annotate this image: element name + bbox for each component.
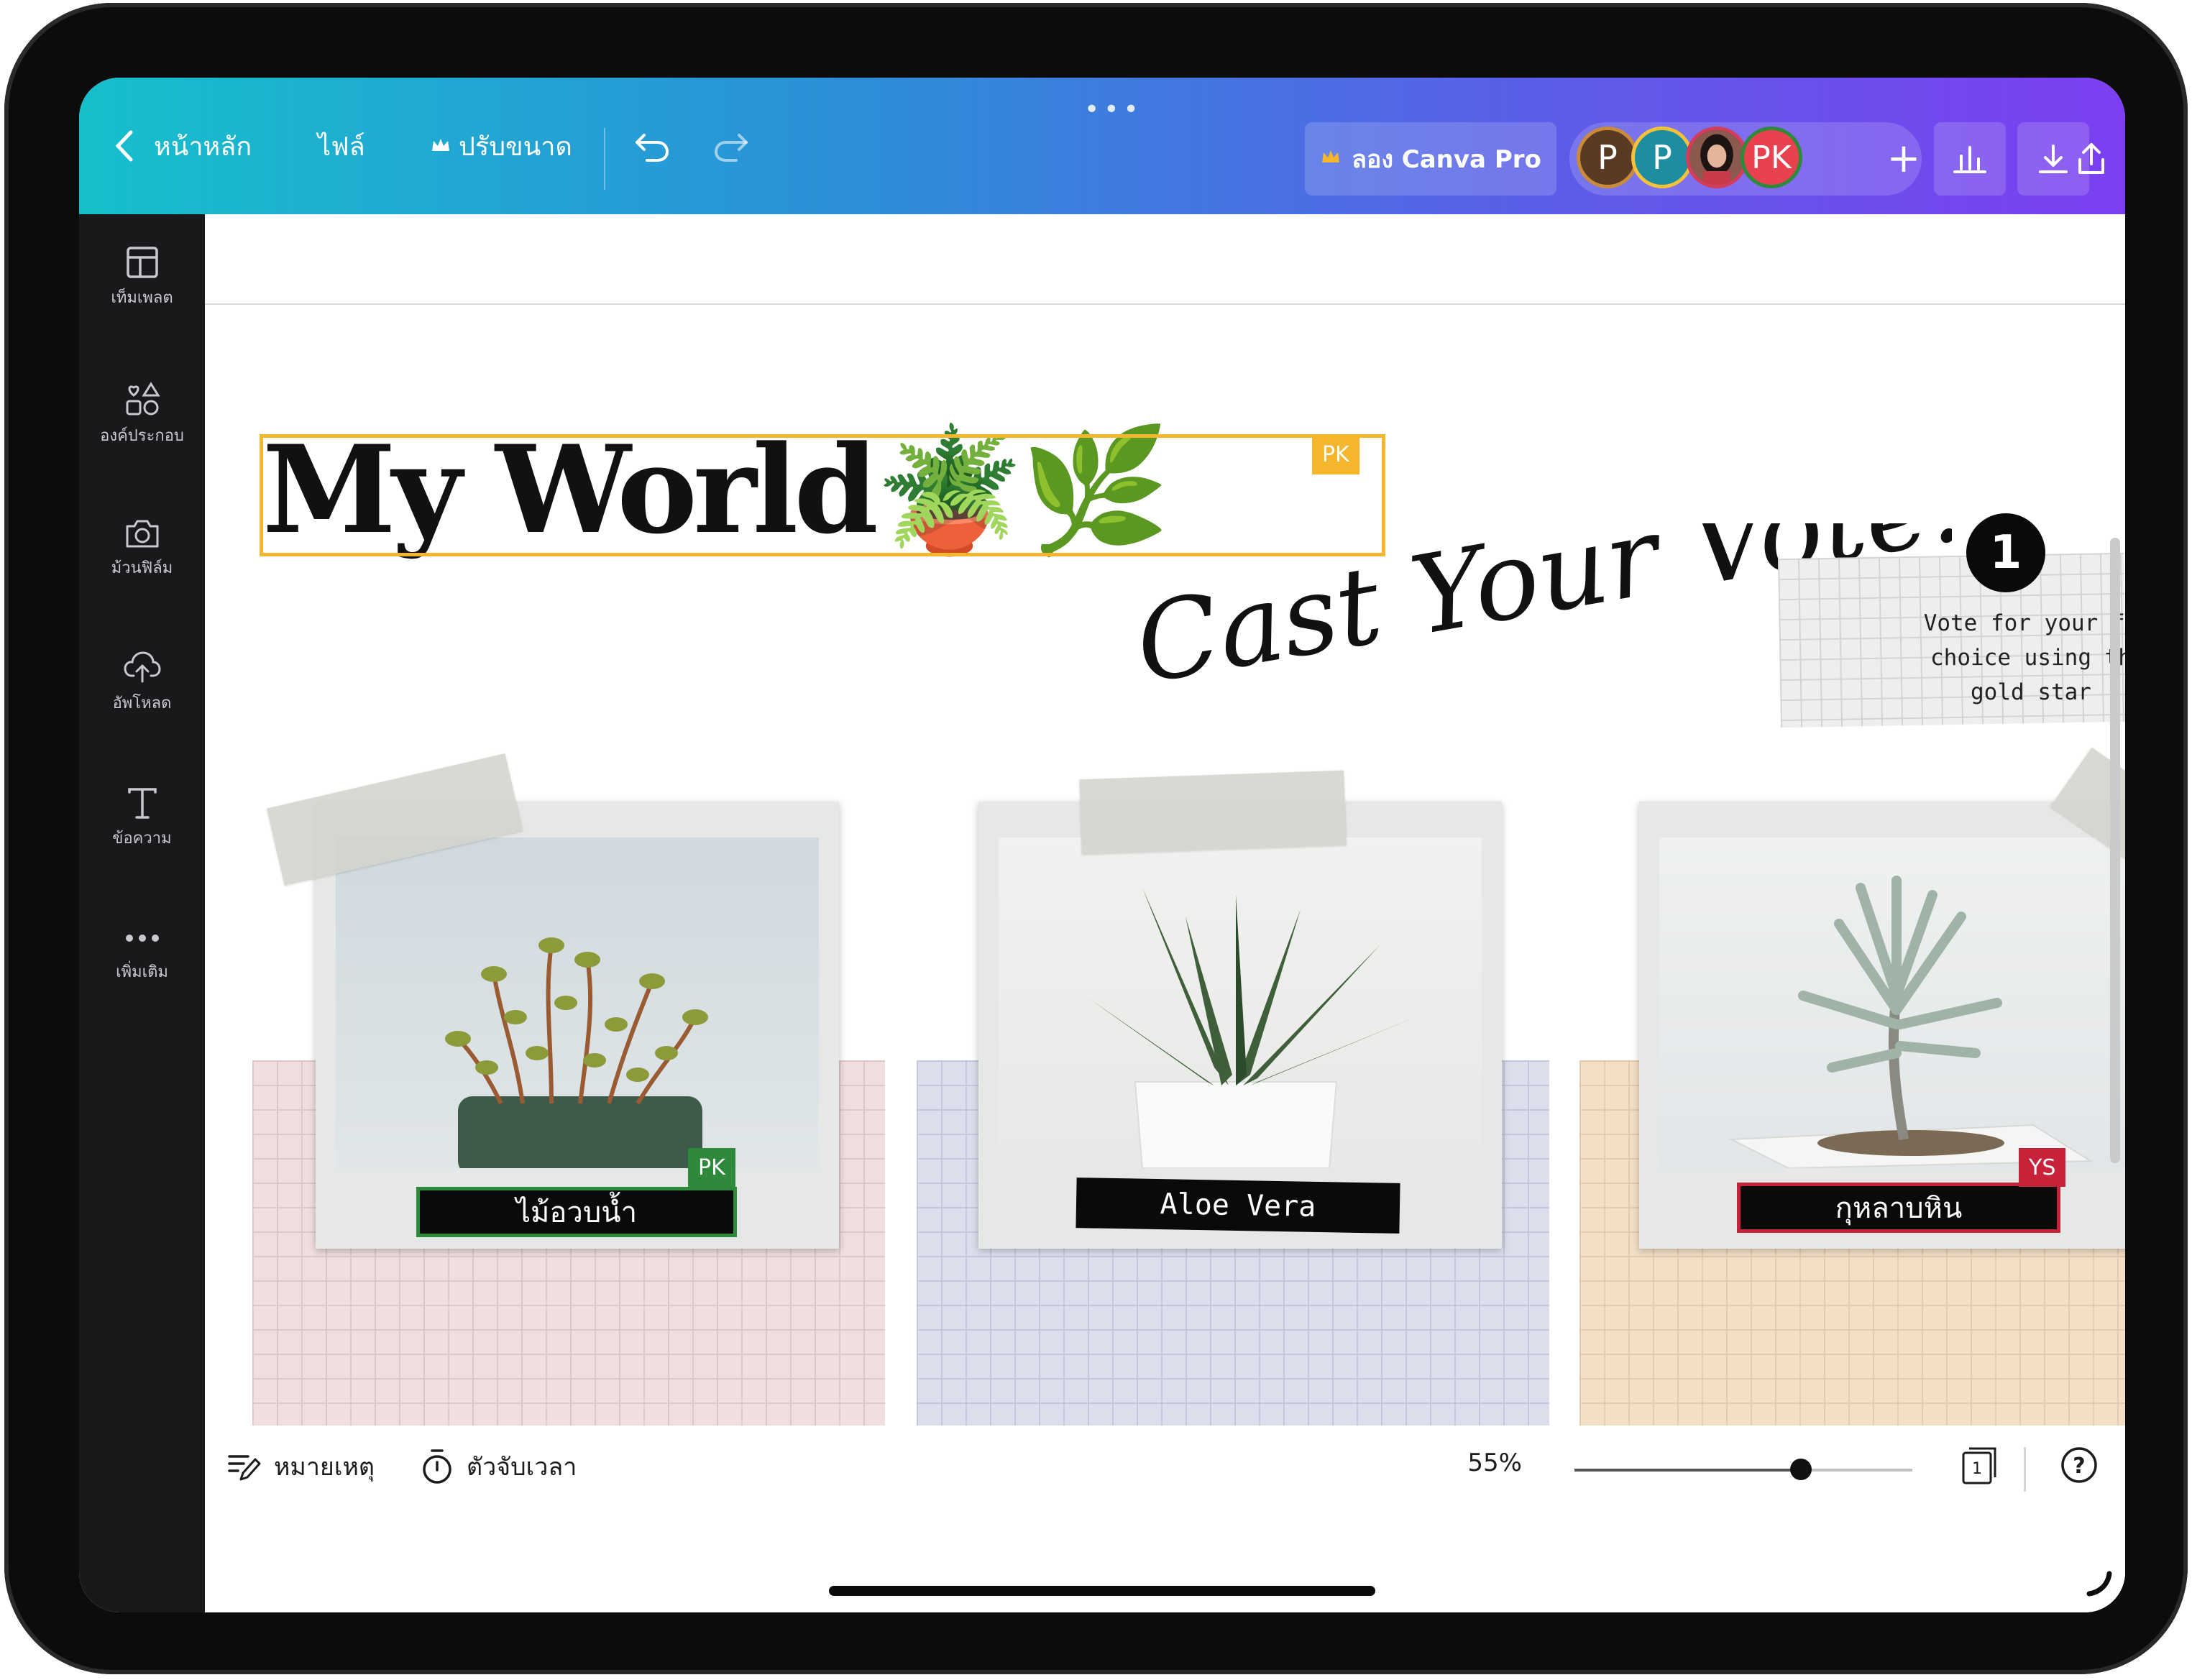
try-canva-pro-button[interactable]: ลอง Canva Pro — [1305, 122, 1556, 196]
more-icon — [125, 935, 159, 942]
stone-rose-photo — [1659, 837, 2125, 1168]
zoom-level[interactable]: 55% — [1467, 1440, 1522, 1486]
notes-label: หมายเหตุ — [274, 1453, 375, 1482]
undo-icon — [633, 128, 671, 164]
collaborator-badge: PK — [1312, 434, 1359, 474]
collaborator-badge: PK — [688, 1148, 735, 1187]
help-glyph: ? — [2073, 1454, 2085, 1479]
vote-instructions[interactable]: Vote for your fi choice using th gold st… — [1866, 606, 2125, 710]
notes-icon — [228, 1455, 261, 1481]
plant-photo-icon — [1728, 876, 2094, 1168]
redo-icon — [712, 128, 751, 164]
vertical-scrollbar[interactable] — [2110, 538, 2120, 1163]
sidebar-item-label: องค์ประกอบ — [100, 427, 184, 445]
sidebar-item-label: ข้อความ — [112, 830, 172, 848]
top-toolbar: ••• หน้าหลัก ไฟล์ ปรับขนาด ลอง Canva Pro… — [79, 78, 2125, 214]
help-icon: ? — [2061, 1447, 2097, 1483]
upload-icon — [123, 651, 161, 683]
sidebar-item-elements[interactable]: องค์ประกอบ — [79, 381, 205, 448]
collaborators-group[interactable]: P P PK + — [1569, 122, 1922, 196]
share-button[interactable] — [2078, 122, 2125, 196]
vote-number: 1 — [1966, 513, 2045, 592]
undo-button[interactable] — [633, 121, 671, 171]
back-home-button[interactable]: หน้าหลัก — [114, 121, 252, 171]
bar-chart-icon — [1953, 146, 1986, 173]
sidebar-item-uploads[interactable]: อัพโหลด — [79, 650, 205, 715]
ipad-frame: ••• หน้าหลัก ไฟล์ ปรับขนาด ลอง Canva Pro… — [4, 3, 2188, 1674]
add-collaborator-button[interactable]: + — [1875, 129, 1932, 187]
succulent-photo — [336, 837, 819, 1168]
chevron-left-icon — [114, 129, 135, 162]
app-screen: ••• หน้าหลัก ไฟล์ ปรับขนาด ลอง Canva Pro… — [79, 78, 2125, 1612]
plant-name-label[interactable]: กุหลาบหิน — [1737, 1183, 2060, 1233]
zoom-slider-knob[interactable] — [1790, 1459, 1812, 1480]
sidebar-item-templates[interactable]: เท็มเพลต — [79, 246, 205, 310]
zoom-slider-fill — [1574, 1469, 1802, 1472]
try-pro-label: ลอง Canva Pro — [1352, 145, 1541, 174]
bottom-toolbar: หมายเหตุ ตัวจับเวลา 55% 1 ? — [205, 1426, 2125, 1612]
resize-label: ปรับขนาด — [459, 132, 572, 162]
washi-tape — [1079, 770, 1347, 855]
collaborator-badge: YS — [2019, 1148, 2066, 1187]
help-button[interactable]: ? — [2060, 1446, 2099, 1484]
plant-photo-icon — [1085, 888, 1416, 1168]
page-grid-button[interactable]: 1 — [1961, 1444, 1998, 1486]
toolbar-divider — [604, 128, 605, 190]
design-canvas[interactable]: My World🪴🌿 PK Cast Your Vote! 1 Vote for… — [205, 214, 2125, 1612]
sidebar-item-camera-roll[interactable]: ม้วนฟิล์ม — [79, 516, 205, 580]
template-icon — [126, 247, 158, 278]
aloe-vera-photo — [999, 837, 1482, 1168]
sidebar-item-label: เพิ่มเติม — [116, 963, 168, 981]
timer-label: ตัวจับเวลา — [467, 1453, 577, 1482]
back-home-label: หน้าหลัก — [154, 132, 252, 162]
side-panel: เท็มเพลต องค์ประกอบ ม้วนฟิล์ม อัพโหลด ข้… — [79, 214, 205, 1612]
pages-icon: 1 — [1962, 1447, 1996, 1484]
page-top-divider — [205, 303, 2125, 305]
text-icon — [127, 788, 157, 819]
sidebar-item-label: เท็มเพลต — [111, 289, 173, 307]
polaroid-card[interactable]: กุหลาบหิน YS — [1639, 802, 2125, 1249]
multitask-grabber[interactable]: ••• — [1084, 95, 1143, 124]
download-icon — [2039, 144, 2068, 173]
person-photo-icon — [1689, 130, 1744, 185]
timer-button[interactable]: ตัวจับเวลา — [421, 1447, 577, 1486]
notes-button[interactable]: หมายเหตุ — [226, 1447, 375, 1486]
plant-name-label[interactable]: Aloe Vera — [1076, 1178, 1400, 1234]
sidebar-item-label: อัพโหลด — [112, 694, 172, 712]
insights-button[interactable] — [1934, 122, 2006, 196]
sidebar-item-text[interactable]: ข้อความ — [79, 786, 205, 850]
sidebar-item-label: ม้วนฟิล์ม — [111, 559, 173, 577]
crown-icon — [1320, 144, 1342, 173]
toolbar-divider — [2024, 1447, 2026, 1492]
avatar[interactable]: PK — [1741, 127, 1802, 188]
plant-name-label[interactable]: ไม้อวบน้ำ — [416, 1187, 737, 1237]
crown-icon — [430, 135, 451, 157]
camera-icon — [126, 520, 158, 548]
redo-button[interactable] — [712, 121, 751, 171]
resize-corner-icon — [2086, 1571, 2112, 1597]
file-menu-label: ไฟล์ — [318, 132, 365, 162]
avatar[interactable]: P — [1577, 127, 1638, 188]
plant-photo-icon — [445, 937, 708, 1168]
timer-icon — [423, 1449, 451, 1484]
sidebar-item-more[interactable]: เพิ่มเติม — [79, 933, 205, 984]
share-icon — [2078, 143, 2104, 174]
polaroid-card[interactable]: Aloe Vera — [978, 802, 1502, 1249]
polaroid-card[interactable]: ไม้อวบน้ำ PK — [316, 802, 839, 1249]
file-menu-button[interactable]: ไฟล์ — [318, 121, 365, 171]
resize-button[interactable]: ปรับขนาด — [430, 121, 572, 171]
avatar[interactable]: P — [1631, 127, 1693, 188]
elements-icon — [126, 382, 160, 416]
home-indicator[interactable] — [829, 1586, 1375, 1596]
page-number: 1 — [1972, 1460, 1982, 1478]
avatar-photo[interactable] — [1686, 127, 1748, 188]
